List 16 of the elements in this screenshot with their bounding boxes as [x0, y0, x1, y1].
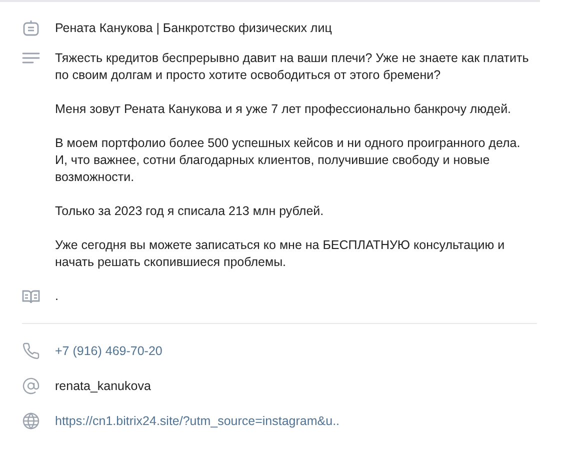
description-paragraph: Только за 2023 год я списала 213 млн рублей.	[55, 203, 325, 220]
description-paragraph: В моем портфолио более 500 успешных кейсов и ни одного проигранного дела. И, что важнее, сотни благодарных клиентов, получившие свободу и новые возможности.	[55, 135, 522, 186]
username: renata_kanukova	[55, 378, 151, 395]
badge-icon	[22, 19, 40, 37]
description-paragraph: Тяжесть кредитов беспрерывно давит на ваши плечи? Уже не знаете как платить по своим долгам и просто хотите освободиться от этого бремени?	[55, 50, 530, 84]
description-paragraph: Меня зовут Рената Канукова и я уже 7 лет профессионально банкрочу людей.	[55, 101, 512, 118]
at-sign-icon	[22, 377, 40, 395]
book-icon	[22, 288, 40, 304]
text-lines-icon	[22, 52, 40, 66]
globe-icon	[22, 412, 40, 430]
page-title: Рената Канукова | Банкротство физических лиц	[55, 20, 332, 37]
notes-text: .	[55, 288, 58, 305]
description-paragraph: Уже сегодня вы можете записаться ко мне на БЕСПЛАТНУЮ консультацию и начать решать скопившиеся проблемы.	[55, 237, 506, 271]
website-link[interactable]: https://cn1.bitrix24.site/?utm_source=instagram&u..	[55, 412, 340, 430]
phone-link[interactable]: +7 (916) 469-70-20	[55, 342, 162, 360]
phone-icon	[22, 342, 40, 360]
